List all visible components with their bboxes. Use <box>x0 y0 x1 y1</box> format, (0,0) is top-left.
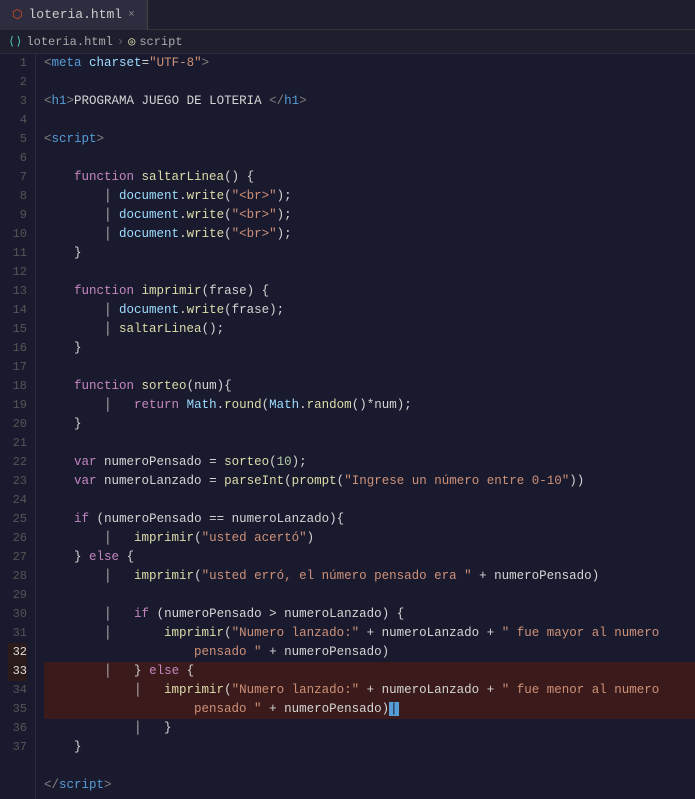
code-line-24 <box>44 491 695 510</box>
code-line-31: │ imprimir("Numero lanzado:" + numeroLan… <box>44 624 695 643</box>
code-line-4 <box>44 111 695 130</box>
close-icon[interactable]: × <box>128 9 135 21</box>
code-line-33b: pensado " + numeroPensado)| <box>44 700 695 719</box>
tab-loteria[interactable]: ⬡ loteria.html × <box>0 0 148 30</box>
code-line-16: } <box>44 339 695 358</box>
code-line-22: var numeroPensado = sorteo(10); <box>44 453 695 472</box>
code-line-25: if (numeroPensado == numeroLanzado){ <box>44 510 695 529</box>
code-line-2 <box>44 73 695 92</box>
html-icon: ⬡ <box>12 7 22 22</box>
code-line-10: │ document.write("<br>"); <box>44 225 695 244</box>
code-line-17 <box>44 358 695 377</box>
code-line-20: } <box>44 415 695 434</box>
code-line-8: │ document.write("<br>"); <box>44 187 695 206</box>
line-numbers: 1 2 3 4 5 6 7 8 9 10 11 12 13 14 15 16 1… <box>0 54 36 799</box>
tab-bar: ⬡ loteria.html × <box>0 0 695 30</box>
code-line-23: var numeroLanzado = parseInt(prompt("Ing… <box>44 472 695 491</box>
code-line-19: │ return Math.round(Math.random()*num); <box>44 396 695 415</box>
code-icon: ⟨⟩ <box>8 34 22 49</box>
code-line-7: function saltarLinea() { <box>44 168 695 187</box>
code-line-13: function imprimir(frase) { <box>44 282 695 301</box>
code-line-14: │ document.write(frase); <box>44 301 695 320</box>
editor-area: 1 2 3 4 5 6 7 8 9 10 11 12 13 14 15 16 1… <box>0 54 695 799</box>
breadcrumb-section: script <box>139 35 182 49</box>
code-line-33: │ imprimir("Numero lanzado:" + numeroLan… <box>44 681 695 700</box>
code-line-37: </script> <box>44 776 695 795</box>
tab-label: loteria.html <box>28 7 122 22</box>
code-line-29 <box>44 586 695 605</box>
code-line-28: │ imprimir("usted erró, el número pensad… <box>44 567 695 586</box>
code-line-26: │ imprimir("usted acertó") <box>44 529 695 548</box>
breadcrumb-sep: › <box>117 35 124 49</box>
code-line-12 <box>44 263 695 282</box>
code-line-18: function sorteo(num){ <box>44 377 695 396</box>
script-icon: ◎ <box>128 34 135 49</box>
code-line-27: } else { <box>44 548 695 567</box>
code-content[interactable]: <meta charset="UTF-8"> <h1>PROGRAMA JUEG… <box>36 54 695 799</box>
code-line-31b: pensado " + numeroPensado) <box>44 643 695 662</box>
code-line-32: │ } else { <box>44 662 695 681</box>
breadcrumb-file[interactable]: loteria.html <box>26 35 112 49</box>
code-line-35: } <box>44 738 695 757</box>
code-line-6 <box>44 149 695 168</box>
code-line-1: <meta charset="UTF-8"> <box>44 54 695 73</box>
code-line-9: │ document.write("<br>"); <box>44 206 695 225</box>
code-line-5: <script> <box>44 130 695 149</box>
code-line-3: <h1>PROGRAMA JUEGO DE LOTERIA </h1> <box>44 92 695 111</box>
code-line-30: │ if (numeroPensado > numeroLanzado) { <box>44 605 695 624</box>
code-line-21 <box>44 434 695 453</box>
code-line-36 <box>44 757 695 776</box>
code-line-11: } <box>44 244 695 263</box>
code-line-34: │ } <box>44 719 695 738</box>
breadcrumb-bar: ⟨⟩ loteria.html › ◎ script <box>0 30 695 54</box>
code-line-15: │ saltarLinea(); <box>44 320 695 339</box>
